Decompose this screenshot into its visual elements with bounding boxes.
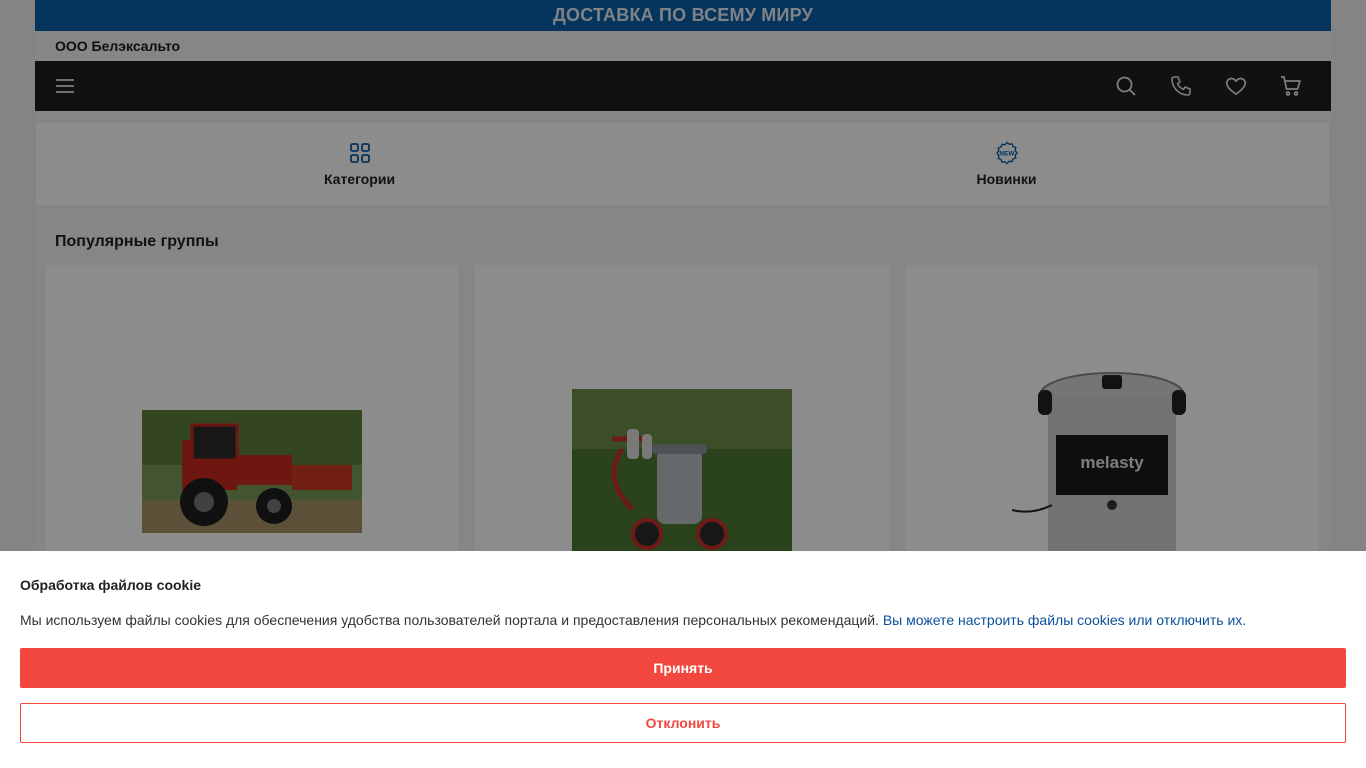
- cookie-text: Мы используем файлы cookies для обеспече…: [20, 612, 1246, 628]
- phone-icon[interactable]: [1161, 66, 1201, 106]
- quick-link-label: Новинки: [976, 171, 1037, 187]
- milking-machine-image: [572, 389, 792, 565]
- tractor-image: [142, 410, 362, 533]
- popular-groups-title: Популярные группы: [55, 233, 219, 250]
- popular-groups: melasty: [35, 265, 1331, 565]
- cookie-title: Обработка файлов cookie: [20, 577, 202, 593]
- quick-link-label: Категории: [323, 171, 396, 187]
- cart-icon[interactable]: [1271, 66, 1311, 106]
- cookie-banner: Обработка файлов cookie Мы используем фа…: [0, 551, 1366, 768]
- quick-link-new[interactable]: NEW Новинки: [683, 122, 1330, 206]
- svg-text:NEW: NEW: [999, 151, 1015, 158]
- accept-button[interactable]: Принять: [20, 648, 1346, 688]
- quick-links: Категории NEW Новинки: [35, 121, 1331, 207]
- company-name[interactable]: ООО Белэксальто: [55, 38, 180, 54]
- cookie-description: Мы используем файлы cookies для обеспече…: [20, 612, 879, 628]
- navbar-actions: [1091, 66, 1311, 106]
- churning-machine-image: melasty: [1012, 372, 1186, 565]
- menu-icon[interactable]: [45, 66, 85, 106]
- section-title: Популярные группы: [35, 207, 1331, 265]
- cookie-settings-link[interactable]: Вы можете настроить файлы cookies или от…: [883, 612, 1246, 628]
- quick-link-categories[interactable]: Категории: [36, 122, 683, 206]
- new-badge-icon: NEW: [995, 141, 1018, 165]
- promo-text: ДОСТАВКА ПО ВСЕМУ МИРУ: [553, 5, 813, 25]
- grid-icon: [349, 143, 370, 163]
- group-card[interactable]: melasty: [905, 265, 1319, 565]
- search-icon[interactable]: [1106, 66, 1146, 106]
- promo-banner[interactable]: ДОСТАВКА ПО ВСЕМУ МИРУ: [35, 0, 1331, 31]
- group-card[interactable]: [475, 265, 889, 565]
- navbar: [35, 61, 1331, 111]
- heart-icon[interactable]: [1216, 66, 1256, 106]
- decline-button[interactable]: Отклонить: [20, 703, 1346, 743]
- brand-label: melasty: [1080, 453, 1144, 472]
- company-row: ООО Белэксальто: [35, 31, 1331, 61]
- group-card[interactable]: [45, 265, 459, 565]
